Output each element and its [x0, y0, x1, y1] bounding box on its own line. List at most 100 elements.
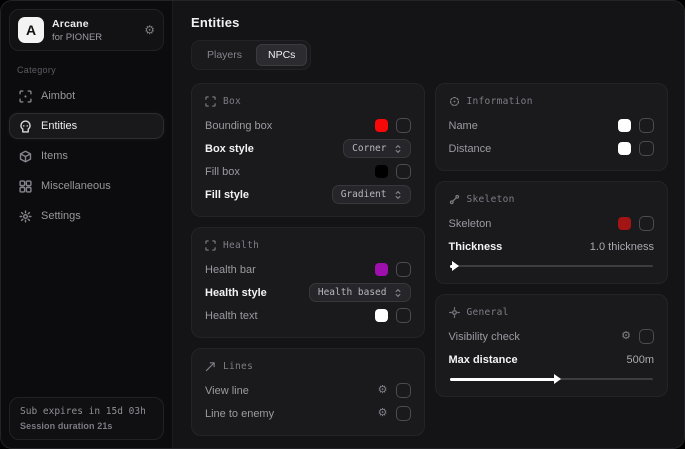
view-line-checkbox[interactable]: [396, 383, 411, 398]
card-title: Information: [467, 96, 533, 107]
sidebar-item-label: Miscellaneous: [41, 180, 111, 192]
target-tabs: Players NPCs: [191, 40, 311, 70]
color-swatch[interactable]: [618, 142, 631, 155]
app-window: A Arcane for PIONER ⚙ Category Aimbot En…: [0, 0, 685, 449]
settings-icon: [19, 210, 32, 223]
general-card: General Visibility check ⚙ Max distance …: [435, 294, 669, 397]
dropdown-value: Gradient: [341, 189, 387, 200]
setting-label: Skeleton: [449, 218, 492, 230]
box-card: Box Bounding box Box style Corner: [191, 83, 425, 217]
updown-icon: [394, 190, 402, 200]
slider-track: [450, 265, 654, 267]
setting-row: Distance: [449, 137, 655, 160]
skeleton-icon: [449, 194, 460, 205]
setting-row: Health text: [205, 304, 411, 327]
dropdown-value: Health based: [318, 287, 387, 298]
tab-npcs[interactable]: NPCs: [256, 44, 307, 66]
cards-grid: Box Bounding box Box style Corner: [191, 83, 668, 436]
card-title: General: [467, 307, 509, 318]
sidebar-item-entities[interactable]: Entities: [9, 113, 164, 139]
setting-label: Visibility check: [449, 331, 520, 343]
setting-row: Thickness 1.0 thickness: [449, 235, 655, 258]
setting-row: Max distance 500m: [449, 348, 655, 371]
updown-icon: [394, 144, 402, 154]
items-icon: [19, 150, 32, 163]
category-label: Category: [17, 65, 164, 75]
setting-label: Line to enemy: [205, 408, 274, 420]
app-title: Arcane: [52, 18, 136, 30]
color-swatch[interactable]: [375, 263, 388, 276]
card-title: Health: [223, 240, 259, 251]
slider-thumb[interactable]: [554, 374, 561, 384]
lines-icon: [205, 361, 216, 372]
line-to-enemy-checkbox[interactable]: [396, 406, 411, 421]
fill-style-dropdown[interactable]: Gradient: [332, 185, 411, 204]
color-swatch[interactable]: [375, 165, 388, 178]
thickness-slider[interactable]: [450, 261, 654, 271]
page-title: Entities: [191, 15, 668, 30]
dropdown-value: Corner: [352, 143, 386, 154]
setting-label: View line: [205, 385, 249, 397]
session-duration-text: Session duration 21s: [20, 421, 153, 431]
line-to-enemy-gear-icon[interactable]: ⚙: [378, 408, 388, 419]
sidebar-item-label: Settings: [41, 210, 81, 222]
fill-box-checkbox[interactable]: [396, 164, 411, 179]
setting-label: Fill style: [205, 189, 249, 201]
distance-checkbox[interactable]: [639, 141, 654, 156]
health-text-checkbox[interactable]: [396, 308, 411, 323]
general-icon: [449, 307, 460, 318]
sidebar-item-items[interactable]: Items: [9, 143, 164, 169]
miscellaneous-icon: [19, 180, 32, 193]
sidebar-nav: Aimbot Entities Items Miscellaneous Sett…: [9, 83, 164, 229]
bounding-box-checkbox[interactable]: [396, 118, 411, 133]
sidebar-item-aimbot[interactable]: Aimbot: [9, 83, 164, 109]
sidebar-item-miscellaneous[interactable]: Miscellaneous: [9, 173, 164, 199]
setting-label: Fill box: [205, 166, 240, 178]
card-title: Lines: [223, 361, 253, 372]
box-style-dropdown[interactable]: Corner: [343, 139, 410, 158]
subscription-info: Sub expires in 15d 03h Session duration …: [9, 397, 164, 440]
tab-players[interactable]: Players: [195, 44, 254, 66]
setting-label: Health bar: [205, 264, 256, 276]
visibility-check-checkbox[interactable]: [639, 329, 654, 344]
setting-row: View line ⚙: [205, 379, 411, 402]
sidebar-item-label: Items: [41, 150, 68, 162]
general-card-header: General: [449, 307, 655, 318]
setting-label: Health text: [205, 310, 258, 322]
sidebar-item-label: Entities: [41, 120, 77, 132]
box-icon: [205, 96, 216, 107]
brand-text: Arcane for PIONER: [52, 18, 136, 43]
setting-row: Box style Corner: [205, 137, 411, 160]
setting-row: Visibility check ⚙: [449, 325, 655, 348]
health-style-dropdown[interactable]: Health based: [309, 283, 411, 302]
sidebar-item-settings[interactable]: Settings: [9, 203, 164, 229]
left-column: Box Bounding box Box style Corner: [191, 83, 425, 436]
color-swatch[interactable]: [618, 217, 631, 230]
sidebar: A Arcane for PIONER ⚙ Category Aimbot En…: [1, 1, 173, 448]
name-checkbox[interactable]: [639, 118, 654, 133]
setting-row: Bounding box: [205, 114, 411, 137]
health-card: Health Health bar Health style Health ba…: [191, 227, 425, 338]
settings-gear-icon[interactable]: ⚙: [144, 24, 155, 36]
color-swatch[interactable]: [375, 309, 388, 322]
slider-fill: [450, 378, 556, 381]
color-swatch[interactable]: [618, 119, 631, 132]
setting-row: Fill style Gradient: [205, 183, 411, 206]
visibility-check-gear-icon[interactable]: ⚙: [621, 331, 631, 342]
card-title: Box: [223, 96, 241, 107]
information-card-header: Information: [449, 96, 655, 107]
max-distance-slider[interactable]: [450, 374, 654, 384]
health-bar-checkbox[interactable]: [396, 262, 411, 277]
updown-icon: [394, 288, 402, 298]
setting-label: Max distance: [449, 354, 518, 366]
main-panel: Entities Players NPCs Box Bounding box: [173, 1, 684, 448]
setting-label: Health style: [205, 287, 267, 299]
skeleton-checkbox[interactable]: [639, 216, 654, 231]
lines-card-header: Lines: [205, 361, 411, 372]
card-title: Skeleton: [467, 194, 515, 205]
slider-thumb[interactable]: [452, 261, 459, 271]
skeleton-card-header: Skeleton: [449, 194, 655, 205]
setting-row: Line to enemy ⚙: [205, 402, 411, 425]
view-line-gear-icon[interactable]: ⚙: [378, 385, 388, 396]
color-swatch[interactable]: [375, 119, 388, 132]
